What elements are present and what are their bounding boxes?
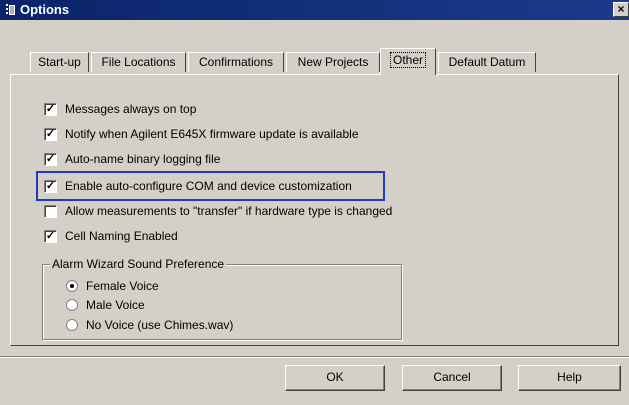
option-allow-transfer[interactable]: Allow measurements to "transfer" if hard…	[44, 203, 392, 219]
tab-file-locations[interactable]: File Locations	[91, 52, 186, 72]
tab-new-projects[interactable]: New Projects	[286, 52, 380, 72]
radio-label: Male Voice	[86, 298, 145, 312]
tab-label: New Projects	[297, 55, 369, 69]
option-label: Messages always on top	[65, 102, 197, 116]
checkbox[interactable]: ✓	[44, 152, 57, 166]
option-auto-name-logging[interactable]: ✓ Auto-name binary logging file	[44, 151, 220, 167]
close-icon: ×	[617, 2, 625, 16]
radio-label: Female Voice	[86, 279, 159, 293]
tab-label: File Locations	[101, 55, 176, 69]
groupbox-title: Alarm Wizard Sound Preference	[50, 257, 227, 271]
tab-label: Other	[389, 52, 427, 68]
option-cell-naming[interactable]: ✓ Cell Naming Enabled	[44, 228, 178, 244]
option-label: Auto-name binary logging file	[65, 152, 221, 166]
help-button[interactable]: Help	[518, 365, 621, 391]
radio-button[interactable]	[66, 299, 78, 311]
tab-default-datum[interactable]: Default Datum	[438, 52, 536, 72]
checkbox[interactable]: ✓	[44, 102, 57, 116]
tab-label: Confirmations	[198, 55, 274, 69]
radio-button[interactable]	[66, 280, 78, 292]
ok-button[interactable]: OK	[285, 365, 385, 391]
window-title: Options	[20, 2, 70, 17]
radio-label: No Voice (use Chimes.wav)	[86, 318, 234, 332]
checkbox[interactable]: ✓	[44, 127, 57, 141]
option-label: Cell Naming Enabled	[65, 229, 178, 243]
option-label: Allow measurements to "transfer" if hard…	[65, 204, 393, 218]
radio-no-voice[interactable]: No Voice (use Chimes.wav)	[66, 317, 233, 333]
tab-confirmations[interactable]: Confirmations	[188, 52, 284, 72]
highlight-box	[36, 171, 385, 201]
option-notify-firmware-update[interactable]: ✓ Notify when Agilent E645X firmware upd…	[44, 126, 359, 142]
radio-male-voice[interactable]: Male Voice	[66, 297, 145, 313]
checkbox[interactable]	[44, 204, 57, 218]
tab-label: Start-up	[38, 55, 81, 69]
cancel-button[interactable]: Cancel	[402, 365, 502, 391]
option-messages-on-top[interactable]: ✓ Messages always on top	[44, 101, 196, 117]
bottom-separator	[0, 356, 629, 358]
tab-start-up[interactable]: Start-up	[30, 52, 89, 72]
radio-female-voice[interactable]: Female Voice	[66, 278, 159, 294]
close-button[interactable]: ×	[613, 2, 629, 17]
tab-label: Default Datum	[448, 55, 526, 69]
radio-button[interactable]	[66, 319, 78, 331]
options-window-icon	[6, 4, 15, 16]
option-label: Notify when Agilent E645X firmware updat…	[65, 127, 359, 141]
checkbox[interactable]: ✓	[44, 229, 57, 243]
title-bar: Options ×	[0, 0, 629, 20]
tab-other[interactable]: Other	[380, 48, 436, 75]
